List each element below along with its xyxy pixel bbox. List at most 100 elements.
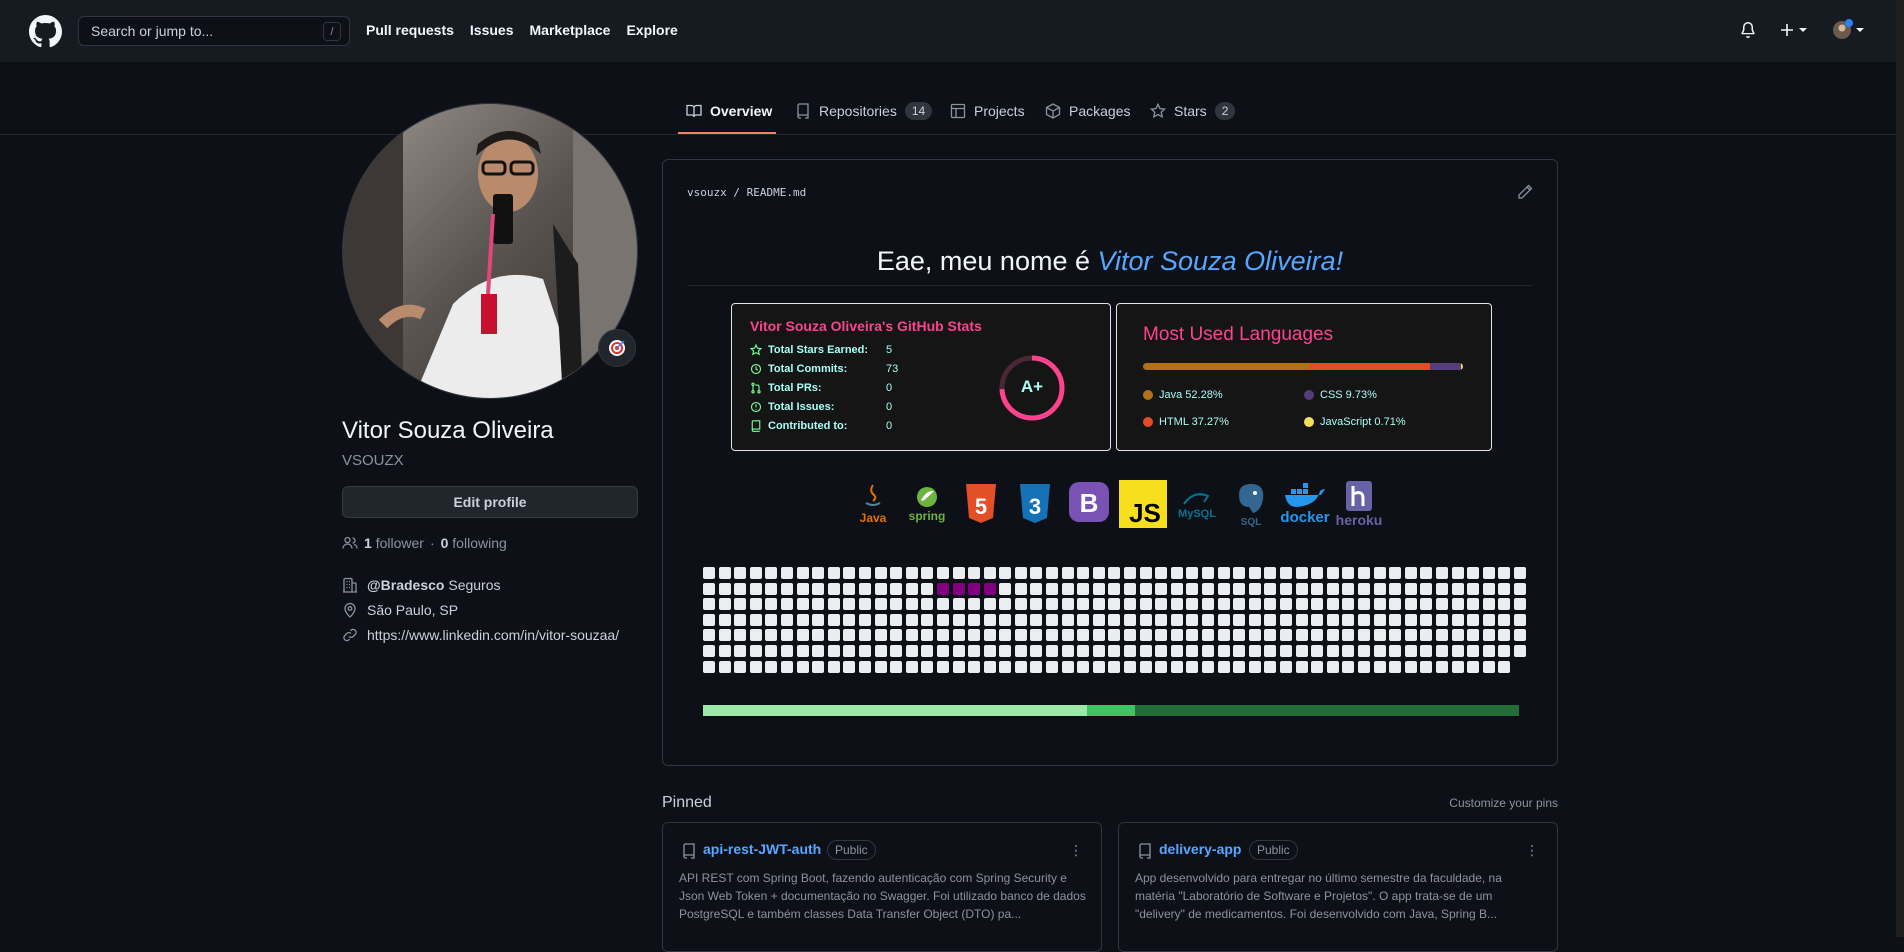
- nav-explore[interactable]: Explore: [626, 22, 677, 38]
- contribution-cell: [718, 644, 731, 657]
- contribution-cell: [1342, 582, 1355, 595]
- github-logo-icon[interactable]: [29, 15, 62, 48]
- contribution-cell: [1498, 567, 1511, 579]
- contribution-cell: [827, 598, 840, 611]
- contribution-cell: [1124, 644, 1137, 657]
- followers-link[interactable]: 1 follower: [364, 535, 424, 551]
- contribution-cell: [1233, 582, 1246, 595]
- contribution-cell: [1326, 598, 1339, 611]
- user-avatar-menu-icon[interactable]: [1832, 19, 1864, 40]
- nav-issues[interactable]: Issues: [470, 22, 514, 38]
- contribution-cell: [1217, 644, 1230, 657]
- page-scrollbar[interactable]: [1896, 0, 1904, 937]
- drag-handle-icon[interactable]: ⋮: [1525, 842, 1539, 859]
- contribution-cell: [1030, 567, 1043, 579]
- tab-repositories[interactable]: Repositories 14: [795, 100, 933, 122]
- progress-segment: [703, 705, 1087, 716]
- website-link[interactable]: https://www.linkedin.com/in/vitor-souzaa…: [367, 627, 619, 643]
- profile-tabs: Overview Repositories 14 Projects Packag…: [0, 88, 1904, 135]
- tab-repositories-label: Repositories: [819, 103, 897, 119]
- readme-path-user[interactable]: vsouzx: [687, 186, 727, 199]
- contribution-cell: [874, 660, 887, 673]
- following-link[interactable]: 0 following: [441, 535, 507, 551]
- stats-label: Total Stars Earned:: [768, 344, 869, 356]
- contribution-cell: [1389, 613, 1402, 626]
- pinned-repo-link[interactable]: delivery-app: [1159, 841, 1241, 857]
- contribution-cell: [1389, 644, 1402, 657]
- contribution-cell: [952, 582, 965, 595]
- contribution-cell: [921, 613, 934, 626]
- follow-separator: ·: [429, 535, 435, 551]
- contribution-cell: [968, 660, 981, 673]
- contribution-cell: [1279, 613, 1292, 626]
- profile-avatar[interactable]: [342, 103, 638, 399]
- most-used-languages-card[interactable]: Most Used Languages Java 52.28% HTML 37.…: [1116, 303, 1492, 451]
- postgresql-icon: SQL: [1227, 478, 1275, 530]
- tab-packages[interactable]: Packages: [1045, 100, 1130, 122]
- contribution-cell: [1342, 660, 1355, 673]
- contribution-cell: [936, 660, 949, 673]
- pinned-repo-link[interactable]: api-rest-JWT-auth: [703, 841, 821, 857]
- nav-pull-requests[interactable]: Pull requests: [366, 22, 454, 38]
- follow-stats: 1 follower · 0 following: [342, 535, 507, 551]
- contribution-cell: [827, 629, 840, 642]
- contribution-cell: [1046, 660, 1059, 673]
- search-input[interactable]: Search or jump to... /: [78, 16, 350, 46]
- tab-stars[interactable]: Stars 2: [1150, 100, 1236, 122]
- drag-handle-icon[interactable]: ⋮: [1069, 842, 1083, 859]
- contribution-cell: [1092, 644, 1105, 657]
- contribution-cell: [843, 567, 856, 579]
- contribution-cell: [1155, 582, 1168, 595]
- contribution-cell: [1124, 567, 1137, 579]
- readme-heading: Eae, meu nome é Vitor Souza Oliveira!: [687, 246, 1533, 286]
- tab-overview[interactable]: Overview: [686, 100, 772, 122]
- customize-pins-link[interactable]: Customize your pins: [1449, 796, 1558, 810]
- set-status-button[interactable]: [598, 329, 636, 367]
- contribution-cell: [999, 660, 1012, 673]
- contribution-cell: [718, 567, 731, 579]
- contribution-cell: [1030, 598, 1043, 611]
- contribution-cell: [983, 629, 996, 642]
- bell-icon[interactable]: [1738, 20, 1758, 40]
- search-shortcut-key: /: [323, 22, 341, 41]
- company-org-link[interactable]: @Bradesco: [367, 577, 444, 593]
- github-stats-card[interactable]: Vitor Souza Oliveira's GitHub Stats Tota…: [731, 303, 1111, 451]
- readme-path-file[interactable]: README.md: [747, 186, 807, 199]
- java-icon: Java: [849, 478, 897, 530]
- readme-heading-prefix: Eae, meu nome é: [876, 246, 1098, 276]
- contribution-cell: [1513, 598, 1526, 611]
- css3-icon: 3: [1011, 478, 1059, 530]
- contribution-cell: [1420, 582, 1433, 595]
- contribution-cell: [843, 613, 856, 626]
- contribution-cell: [1030, 613, 1043, 626]
- contribution-cell: [921, 567, 934, 579]
- contribution-cell: [1498, 582, 1511, 595]
- contribution-cell: [1451, 567, 1464, 579]
- contribution-cell: [890, 660, 903, 673]
- stats-label: Contributed to:: [768, 420, 848, 432]
- contribution-cell: [999, 582, 1012, 595]
- progress-segment: [1086, 705, 1136, 716]
- contribution-cell: [1139, 613, 1152, 626]
- edit-pencil-icon[interactable]: [1517, 184, 1533, 200]
- top-header: Search or jump to... / Pull requests Iss…: [0, 0, 1904, 62]
- contribution-cell: [1342, 644, 1355, 657]
- contribution-cell: [780, 660, 793, 673]
- nav-marketplace[interactable]: Marketplace: [530, 22, 611, 38]
- followers-label: follower: [375, 535, 424, 551]
- contribution-cell: [1467, 567, 1480, 579]
- contribution-cell: [968, 567, 981, 579]
- create-new-plus-icon[interactable]: [1780, 20, 1810, 40]
- tab-projects[interactable]: Projects: [950, 100, 1025, 122]
- global-nav: Pull requests Issues Marketplace Explore: [366, 22, 694, 38]
- contribution-cell: [1311, 582, 1324, 595]
- contribution-cell: [1170, 660, 1183, 673]
- docker-icon: docker: [1280, 478, 1330, 530]
- contribution-cell: [890, 644, 903, 657]
- contribution-cell: [890, 598, 903, 611]
- contribution-cell: [780, 598, 793, 611]
- edit-profile-button[interactable]: Edit profile: [342, 486, 638, 518]
- contribution-cell: [1186, 660, 1199, 673]
- contribution-cell: [1202, 629, 1214, 642]
- language-color-dot: [1304, 390, 1314, 400]
